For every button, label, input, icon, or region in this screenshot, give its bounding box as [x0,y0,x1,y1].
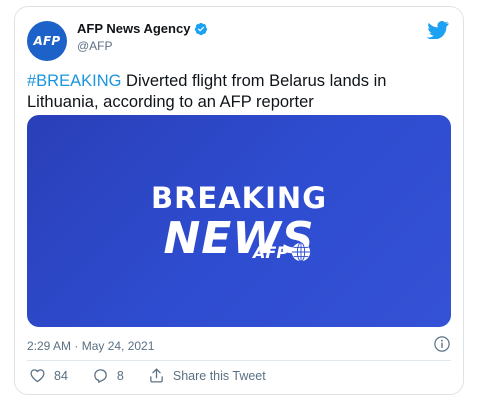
author-handle[interactable]: @AFP [77,39,113,53]
avatar[interactable]: AFP [27,21,67,61]
info-icon[interactable] [433,335,451,353]
share-label: Share this Tweet [172,368,266,383]
tweet-timestamp[interactable]: 2:29 AM · May 24, 2021 [27,339,154,353]
tweet-text: #BREAKING Diverted flight from Belarus l… [27,71,437,113]
share-icon [150,368,163,383]
twitter-bird-icon[interactable] [427,21,449,39]
globe-icon [291,242,311,262]
like-count: 84 [54,368,68,383]
like-button[interactable]: 84 [29,367,68,384]
author-display-name[interactable]: AFP News Agency [77,21,190,36]
media-title-news: NEWS [163,213,315,264]
verified-icon [195,22,208,35]
share-button[interactable]: Share this Tweet [148,367,266,384]
media-logo-text: AFP [253,242,289,262]
reply-count: 8 [116,368,124,383]
divider [27,360,451,361]
tweet-card[interactable]: AFP AFP News Agency @AFP #BREAKING Diver… [14,6,464,395]
tweet-actions: 84 8 Share this Tweet [29,367,290,384]
heart-icon [30,369,45,383]
avatar-text: AFP [33,34,61,48]
media-title-breaking: BREAKING [150,181,328,215]
author-name-row: AFP News Agency [77,21,208,36]
reply-button[interactable]: 8 [92,367,124,384]
reply-icon [94,369,107,383]
tweet-media-image[interactable]: BREAKING NEWS AFP [27,115,451,327]
media-afp-logo: AFP [253,241,312,263]
hashtag-link[interactable]: #BREAKING [27,72,121,90]
